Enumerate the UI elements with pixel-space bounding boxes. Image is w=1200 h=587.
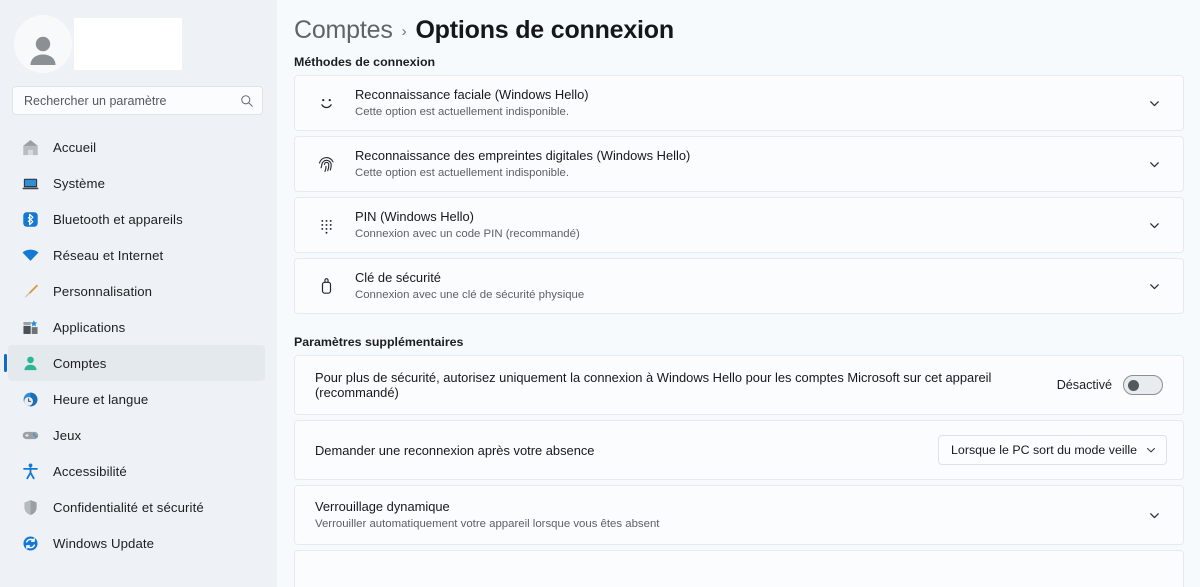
accounts-person-icon xyxy=(20,353,40,373)
gamepad-icon xyxy=(20,425,40,445)
hello-only-toggle[interactable] xyxy=(1123,375,1163,395)
sidebar-item-personnalisation[interactable]: Personnalisation xyxy=(8,273,265,309)
method-subtitle: Connexion avec un code PIN (recommandé) xyxy=(355,228,580,240)
extra-settings-list: Pour plus de sécurité, autorisez uniquem… xyxy=(277,355,1184,587)
shield-icon xyxy=(20,497,40,517)
sidebar: Accueil Système xyxy=(0,0,277,587)
method-title: PIN (Windows Hello) xyxy=(355,209,474,224)
accessibility-icon xyxy=(20,461,40,481)
sidebar-item-applications[interactable]: Applications xyxy=(8,309,265,345)
sidebar-item-label: Système xyxy=(53,175,106,191)
method-row-face[interactable]: Reconnaissance faciale (Windows Hello) C… xyxy=(294,75,1184,131)
method-subtitle: Cette option est actuellement indisponib… xyxy=(355,167,570,179)
paintbrush-icon xyxy=(20,281,40,301)
chevron-down-icon[interactable] xyxy=(1141,212,1167,238)
wifi-icon xyxy=(20,245,40,265)
home-icon xyxy=(20,137,40,157)
sidebar-item-label: Applications xyxy=(53,319,126,335)
method-row-security-key[interactable]: Clé de sécurité Connexion avec une clé d… xyxy=(294,258,1184,314)
setting-label: Pour plus de sécurité, autorisez uniquem… xyxy=(315,370,992,400)
method-subtitle: Cette option est actuellement indisponib… xyxy=(355,106,570,118)
sidebar-nav: Accueil Système Bluetooth et appareils R… xyxy=(0,129,277,561)
dropdown-value: Lorsque le PC sort du mode veille xyxy=(951,443,1137,457)
sidebar-item-label: Accessibilité xyxy=(53,463,127,479)
breadcrumb: Comptes › Options de connexion xyxy=(277,0,1184,45)
sidebar-item-bluetooth[interactable]: Bluetooth et appareils xyxy=(8,201,265,237)
setting-row-reauth[interactable]: Demander une reconnexion après votre abs… xyxy=(294,420,1184,480)
sidebar-item-reseau[interactable]: Réseau et Internet xyxy=(8,237,265,273)
avatar xyxy=(14,15,72,73)
sidebar-item-label: Réseau et Internet xyxy=(53,247,164,263)
method-texts: PIN (Windows Hello) Connexion avec un co… xyxy=(349,202,1141,248)
sidebar-item-heure-langue[interactable]: Heure et langue xyxy=(8,381,265,417)
sidebar-item-comptes[interactable]: Comptes xyxy=(4,345,265,381)
sidebar-item-label: Windows Update xyxy=(53,535,155,551)
method-title: Reconnaissance des empreintes digitales … xyxy=(355,148,691,163)
sidebar-item-systeme[interactable]: Système xyxy=(8,165,265,201)
page-title: Options de connexion xyxy=(415,16,674,44)
sidebar-item-label: Personnalisation xyxy=(53,283,153,299)
toggle-state-label: Désactivé xyxy=(1056,378,1112,392)
chevron-down-icon[interactable] xyxy=(1141,90,1167,116)
section-title-extra: Paramètres supplémentaires xyxy=(294,335,464,349)
method-row-fingerprint[interactable]: Reconnaissance des empreintes digitales … xyxy=(294,136,1184,192)
method-subtitle: Connexion avec une clé de sécurité physi… xyxy=(355,289,585,301)
account-block[interactable] xyxy=(0,0,277,74)
sidebar-item-accessibilite[interactable]: Accessibilité xyxy=(8,453,265,489)
clock-globe-icon xyxy=(20,389,40,409)
section-title-methods: Méthodes de connexion xyxy=(294,55,436,69)
person-avatar-icon xyxy=(30,36,56,65)
search-box[interactable] xyxy=(12,86,263,115)
breadcrumb-parent[interactable]: Comptes xyxy=(294,16,393,45)
chevron-down-icon[interactable] xyxy=(1141,273,1167,299)
sidebar-item-label: Jeux xyxy=(53,427,82,443)
content-area: Comptes › Options de connexion Méthodes … xyxy=(277,0,1200,587)
method-texts: Clé de sécurité Connexion avec une clé d… xyxy=(349,263,1141,309)
search-input[interactable] xyxy=(24,93,240,108)
sidebar-item-windows-update[interactable]: Windows Update xyxy=(8,525,265,561)
laptop-icon xyxy=(20,173,40,193)
chevron-down-icon xyxy=(1147,447,1155,453)
breadcrumb-separator-icon: › xyxy=(401,23,407,40)
method-texts: Reconnaissance des empreintes digitales … xyxy=(349,141,1141,187)
setting-row-hello-only[interactable]: Pour plus de sécurité, autorisez uniquem… xyxy=(294,355,1184,415)
search-container xyxy=(0,74,277,115)
setting-row-dynamic-lock[interactable]: Verrouillage dynamique Verrouiller autom… xyxy=(294,485,1184,545)
bluetooth-icon xyxy=(20,209,40,229)
sidebar-item-label: Comptes xyxy=(53,355,107,371)
pin-keypad-icon xyxy=(303,215,349,236)
sidebar-item-label: Bluetooth et appareils xyxy=(53,211,183,227)
chevron-down-icon[interactable] xyxy=(1141,151,1167,177)
toggle-group: Désactivé xyxy=(1057,375,1167,395)
method-title: Clé de sécurité xyxy=(355,270,441,285)
sidebar-item-confidentialite[interactable]: Confidentialité et sécurité xyxy=(8,489,265,525)
setting-title: Verrouillage dynamique xyxy=(315,499,450,514)
account-name-redacted xyxy=(74,18,182,70)
face-smile-icon xyxy=(303,93,349,114)
method-texts: Reconnaissance faciale (Windows Hello) C… xyxy=(349,80,1141,126)
sidebar-item-jeux[interactable]: Jeux xyxy=(8,417,265,453)
setting-texts: Verrouillage dynamique Verrouiller autom… xyxy=(295,492,1141,538)
chevron-down-icon[interactable] xyxy=(1141,502,1167,528)
methods-list: Reconnaissance faciale (Windows Hello) C… xyxy=(277,75,1184,314)
method-row-pin[interactable]: PIN (Windows Hello) Connexion avec un co… xyxy=(294,197,1184,253)
fingerprint-icon xyxy=(303,154,349,175)
sidebar-item-label: Heure et langue xyxy=(53,391,149,407)
apps-icon xyxy=(20,317,40,337)
update-refresh-icon xyxy=(20,533,40,553)
security-key-icon xyxy=(303,276,349,297)
method-title: Reconnaissance faciale (Windows Hello) xyxy=(355,87,589,102)
sidebar-item-label: Confidentialité et sécurité xyxy=(53,499,204,515)
toggle-knob xyxy=(1128,380,1139,391)
search-icon xyxy=(241,94,253,107)
setting-row-partial-bottom[interactable] xyxy=(294,550,1184,587)
sidebar-item-label: Accueil xyxy=(53,139,97,155)
settings-window: Accueil Système xyxy=(0,0,1200,587)
setting-subtitle: Verrouiller automatiquement votre appare… xyxy=(315,518,660,530)
sidebar-item-accueil[interactable]: Accueil xyxy=(8,129,265,165)
setting-label: Demander une reconnexion après votre abs… xyxy=(315,442,595,458)
reauth-dropdown[interactable]: Lorsque le PC sort du mode veille xyxy=(938,435,1167,465)
